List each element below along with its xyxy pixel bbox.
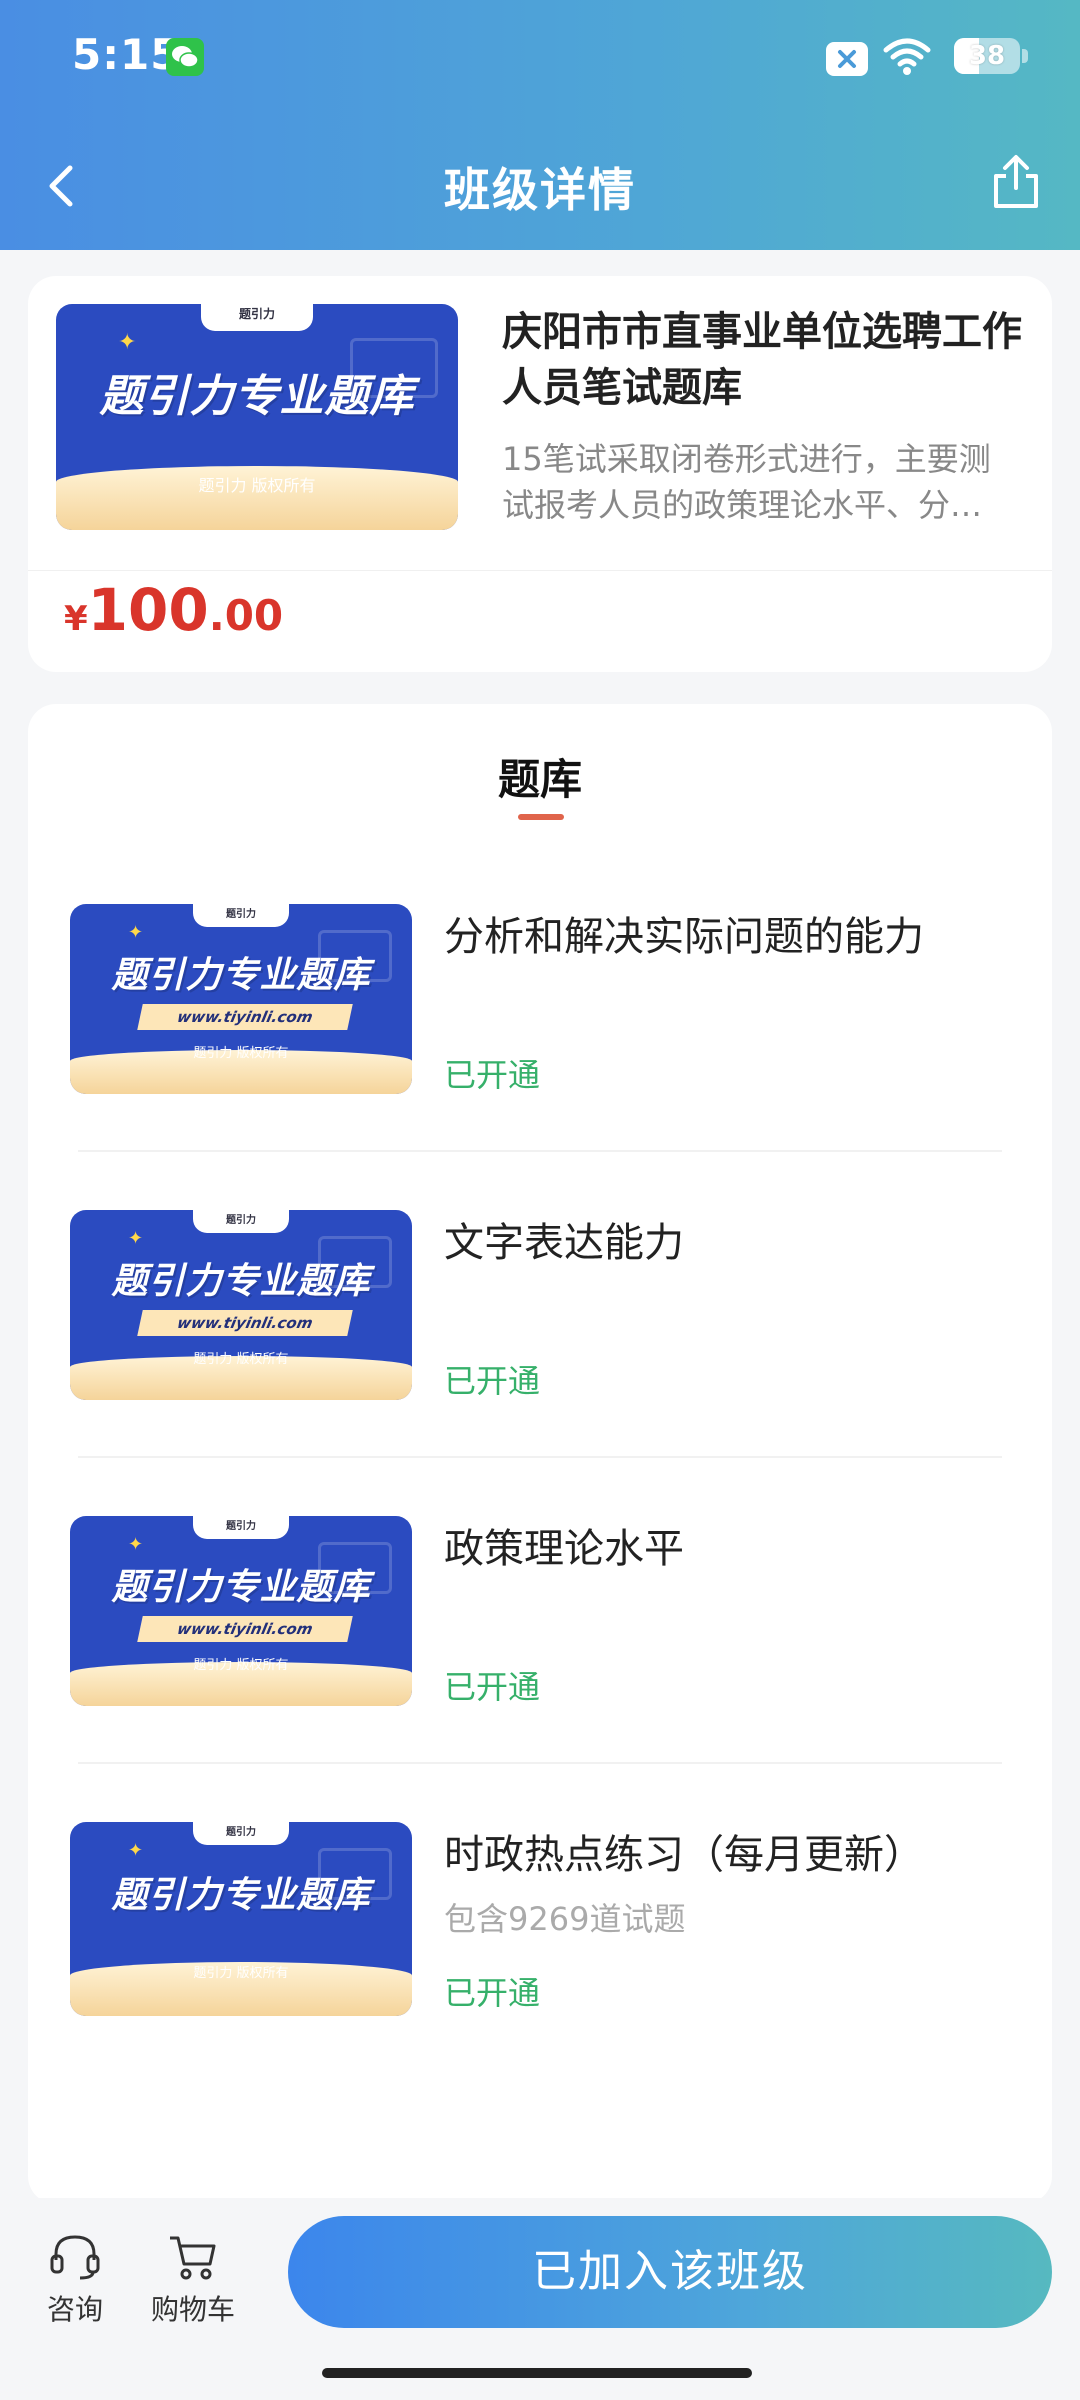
bank-item-status: 已开通 [444,1974,541,2012]
course-price: ¥100.00 [64,576,283,644]
price-decimal: .00 [208,591,284,640]
bank-item-policy[interactable]: ✦ 题引力 题引力专业题库 www.tiyinli.com 题引力 版权所有 政… [28,1516,1052,1822]
status-time: 5:15 [72,30,181,79]
share-icon[interactable] [988,152,1044,212]
home-indicator [322,2368,752,2378]
bank-item-name: 分析和解决实际问题的能力 [444,914,924,960]
bank-cover-image: ✦ 题引力 题引力专业题库 www.tiyinli.com 题引力 版权所有 [70,1516,412,1706]
bank-cover-image: ✦ 题引力 题引力专业题库 www.tiyinli.com 题引力 版权所有 [70,904,412,1094]
bank-item-writing[interactable]: ✦ 题引力 题引力专业题库 www.tiyinli.com 题引力 版权所有 文… [28,1210,1052,1516]
battery-level: 38 [968,41,1006,71]
star-icon: ✦ [128,1534,144,1555]
notification-x-icon [826,42,868,76]
cover-tab-text: 题引力 [225,1521,256,1532]
cover-copyright: 题引力 版权所有 [193,1966,289,1981]
consult-label: 咨询 [46,2293,103,2326]
price-integer: 100 [87,576,209,644]
star-icon: ✦ [128,1228,144,1249]
cart-label: 购物车 [150,2293,235,2326]
cover-tab: 题引力 [193,904,289,927]
cover-brand: 题引力专业题库 [111,1567,371,1608]
course-divider [28,570,1052,571]
course-description: 15笔试采取闭卷形式进行，主要测试报考人员的政策理论水平、分… [502,440,991,524]
star-icon: ✦ [118,330,137,355]
bank-divider [78,1150,1002,1152]
wechat-icon [166,38,204,76]
bank-item-name: 文字表达能力 [444,1220,684,1266]
headset-icon [50,2235,100,2280]
section-underline [518,814,564,820]
bank-cover-image: ✦ 题引力 题引力专业题库 www.tiyinli.com 题引力 版权所有 [70,1210,412,1400]
bottom-action-bar: 咨询 购物车 已加入该班级 [0,2198,1080,2400]
bank-item-name: 时政热点练习（每月更新） [444,1832,924,1878]
cover-tab-text: 题引力 [225,909,256,920]
joined-class-button[interactable]: 已加入该班级 [288,2216,1052,2328]
question-bank-card: 题库 ✦ 题引力 题引力专业题库 www.tiyinli.com 题引力 版权所… [28,704,1052,2204]
cover-copyright: 题引力 版权所有 [193,1658,289,1673]
nav-bar: 班级详情 [0,130,1080,240]
cover-brand: 题引力专业题库 [111,1261,371,1302]
cover-tab-text: 题引力 [225,1215,256,1226]
star-icon: ✦ [128,922,144,943]
cover-brand: 题引力专业题库 [111,1875,371,1916]
wifi-icon [882,36,932,80]
page-title: 班级详情 [444,163,636,217]
cover-brand: 题引力专业题库 [99,371,415,422]
bank-item-analysis[interactable]: ✦ 题引力 题引力专业题库 www.tiyinli.com 题引力 版权所有 分… [28,904,1052,1210]
section-title: 题库 [497,755,582,804]
cover-tab: 题引力 [193,1516,289,1539]
cover-tab: 题引力 [200,304,314,332]
cart-icon [170,2236,216,2280]
bank-divider [78,1456,1002,1458]
consult-button[interactable]: 咨询 [40,2232,110,2328]
cart-button[interactable]: 购物车 [148,2232,238,2328]
cover-copyright: 题引力 版权所有 [193,1046,289,1061]
course-card: ✦ 题引力 题引力专业题库 题引力 版权所有 庆阳市市直事业单位选聘工作人员笔试… [28,276,1052,672]
cover-brand: 题引力专业题库 [111,955,371,996]
cover-copyright: 题引力 版权所有 [198,476,316,495]
bank-cover-image: ✦ 题引力 题引力专业题库 题引力 版权所有 [70,1822,412,2016]
star-icon: ✦ [128,1840,144,1861]
cover-url: www.tiyinli.com [137,1616,353,1642]
bank-item-name: 政策理论水平 [444,1526,684,1572]
course-cover-image: ✦ 题引力 题引力专业题库 题引力 版权所有 [56,304,458,530]
bank-item-status: 已开通 [444,1362,541,1400]
course-title: 庆阳市市直事业单位选聘工作人员笔试题库 [502,309,1022,411]
status-icons: 38 [760,34,1028,82]
battery-indicator: 38 [954,38,1028,74]
cover-url: www.tiyinli.com [137,1310,353,1336]
bank-item-question-count: 包含9269道试题 [444,1900,686,1938]
cover-tab: 题引力 [193,1822,289,1846]
cover-url: www.tiyinli.com [137,1004,353,1030]
bank-item-status: 已开通 [444,1056,541,1094]
cover-tab-text: 题引力 [225,1827,256,1838]
cover-tab: 题引力 [193,1210,289,1233]
bank-divider [78,1762,1002,1764]
status-bar: 5:15 38 [0,0,1080,120]
battery-tip [1022,49,1028,63]
bank-item-current-affairs[interactable]: ✦ 题引力 题引力专业题库 题引力 版权所有 时政热点练习（每月更新） 包含92… [28,1822,1052,2128]
price-symbol: ¥ [64,599,88,639]
app-header: 5:15 38 班级详情 [0,0,1080,250]
cover-tab-text: 题引力 [238,307,275,321]
cover-copyright: 题引力 版权所有 [193,1352,289,1367]
bank-item-status: 已开通 [444,1668,541,1706]
